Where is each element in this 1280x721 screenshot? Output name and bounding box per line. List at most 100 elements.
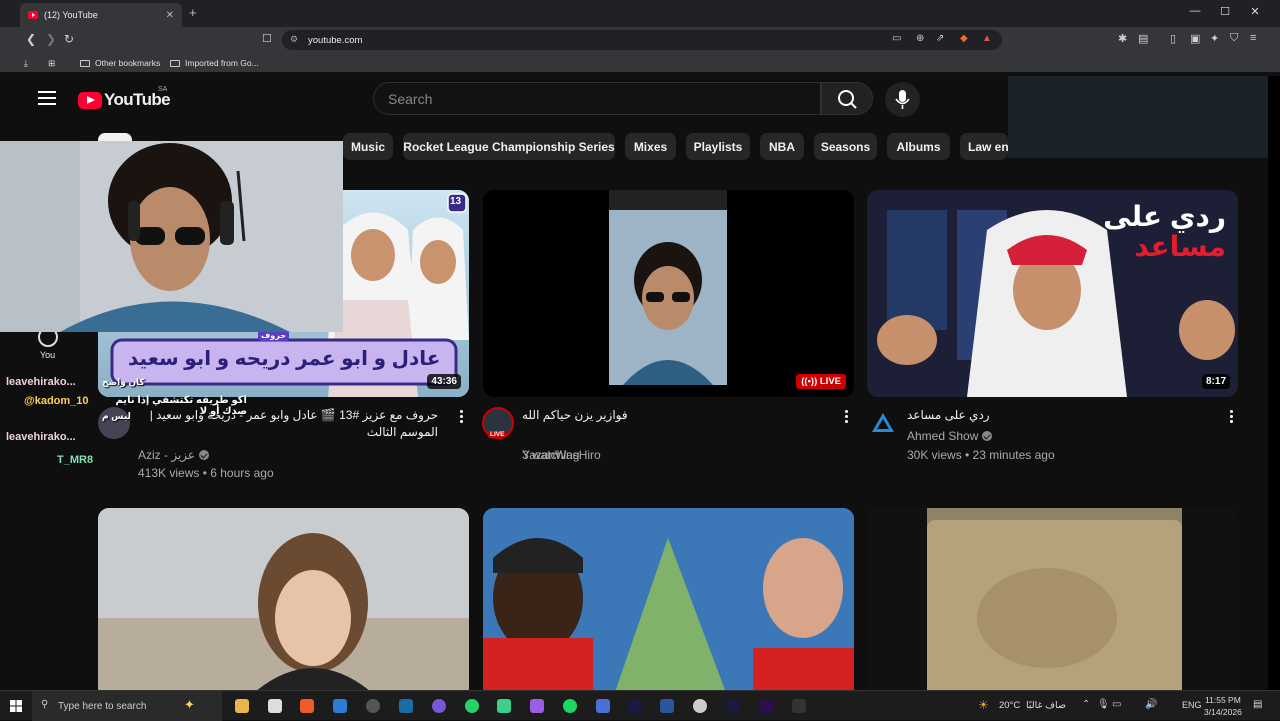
back-icon[interactable]: ❮ <box>26 32 36 46</box>
word-icon[interactable] <box>660 699 674 713</box>
site-info-icon[interactable]: ⚙ <box>290 34 298 45</box>
chip-seasons[interactable]: Seasons <box>814 133 877 160</box>
clock-date: 3/14/2026 <box>1204 707 1242 717</box>
bookmark-folder-other[interactable]: Other bookmarks <box>80 58 160 68</box>
video-title[interactable]: ردي على مساعد <box>907 407 990 424</box>
video-thumbnail-5[interactable] <box>483 508 854 690</box>
forward-icon[interactable]: ❯ <box>46 32 56 46</box>
vpn-icon[interactable]: ⛉ <box>1230 32 1238 45</box>
terminal-icon[interactable] <box>628 699 642 713</box>
guide-menu-icon[interactable] <box>38 91 56 105</box>
video-thumbnail-6[interactable] <box>867 508 1238 690</box>
fresco-icon[interactable] <box>726 699 740 713</box>
weather-temp[interactable]: 20°C <box>999 700 1020 711</box>
more-options-icon[interactable] <box>845 410 848 425</box>
obs-icon[interactable] <box>366 699 380 713</box>
taskbar-search-input[interactable]: ⚲ Type here to search ✦ <box>32 691 222 721</box>
new-tab-button[interactable]: + <box>189 5 197 20</box>
apps-grid-icon[interactable]: ⊞ <box>48 58 55 69</box>
chip-mixes[interactable]: Mixes <box>625 133 676 160</box>
language-indicator[interactable]: ENG <box>1182 700 1202 710</box>
microphone-tray-icon[interactable]: 🎙 <box>1097 699 1110 710</box>
download-icon[interactable]: ⤓ <box>24 58 28 69</box>
volume-icon[interactable]: 🔊 <box>1145 699 1157 710</box>
brave-icon[interactable] <box>300 699 314 713</box>
discord-icon[interactable] <box>432 699 446 713</box>
app-icon-1[interactable] <box>497 699 511 713</box>
thumbnail-image <box>927 508 1182 690</box>
search-button[interactable] <box>821 82 873 115</box>
bookmark-folder-imported[interactable]: Imported from Go... <box>170 58 259 68</box>
menu-icon[interactable]: ≡ <box>1250 32 1256 44</box>
webcam-image <box>0 141 343 332</box>
chip-nba[interactable]: NBA <box>760 133 804 160</box>
search-input[interactable]: Search <box>373 82 821 115</box>
video-thumbnail-2[interactable]: ((•)) LIVE <box>483 190 854 397</box>
youtube-logo[interactable]: YouTube SA <box>78 86 171 110</box>
notification-icon[interactable]: ▤ <box>1253 699 1262 710</box>
sidebar-you-label[interactable]: You <box>40 350 55 360</box>
vpn-app-icon[interactable] <box>596 699 610 713</box>
sidebar-icon[interactable]: ▯ <box>1170 32 1176 45</box>
address-bar[interactable]: ⚙ youtube.com ▭ ⊕ ⇗ ◆ ▲ <box>282 30 1002 50</box>
reload-icon[interactable]: ↻ <box>64 32 74 46</box>
more-options-icon[interactable] <box>1230 410 1233 425</box>
video-thumbnail-4[interactable] <box>98 508 469 690</box>
video-meta: 30K views • 23 minutes ago <box>907 448 1055 462</box>
app-icon-2[interactable] <box>693 699 707 713</box>
wallet-icon[interactable]: ▣ <box>1190 32 1200 45</box>
chip-albums[interactable]: Albums <box>887 133 950 160</box>
tab-close-icon[interactable]: ✕ <box>166 10 174 21</box>
brave-rewards-icon[interactable]: ▲ <box>982 33 992 44</box>
chip-law-enforcement[interactable]: Law enf <box>960 133 1008 160</box>
thumbnail-text: عادل و ابو عمر دريحه و ابو سعيد <box>128 348 441 370</box>
cast-icon[interactable]: ▭ <box>892 33 901 44</box>
microphone-icon <box>895 90 910 109</box>
store-icon[interactable] <box>268 699 282 713</box>
gamepad-icon[interactable] <box>530 699 544 713</box>
maximize-button[interactable]: ☐ <box>1210 5 1240 18</box>
voice-search-button[interactable] <box>885 82 920 117</box>
thumbnail-text-line2: مساعد <box>1134 231 1226 262</box>
chip-rocket-league[interactable]: Rocket League Championship Series <box>403 133 615 160</box>
spotify-icon[interactable] <box>563 699 577 713</box>
more-options-icon[interactable] <box>460 410 463 425</box>
minimize-button[interactable]: — <box>1180 5 1210 17</box>
file-explorer-icon[interactable] <box>235 699 249 713</box>
network-icon[interactable]: ▭ <box>1112 699 1121 710</box>
channel-name[interactable]: Ahmed Show <box>907 429 993 443</box>
video-thumbnail-3[interactable]: ردي على مساعد 8:17 <box>867 190 1238 397</box>
clock[interactable]: 11:55 PM 3/14/2026 <box>1204 694 1242 718</box>
youtube-play-icon <box>78 91 102 109</box>
whatsapp-icon[interactable] <box>465 699 479 713</box>
verified-icon <box>199 450 210 460</box>
outlook-icon[interactable] <box>333 699 347 713</box>
channel-avatar[interactable] <box>867 407 899 439</box>
premiere-icon[interactable] <box>759 699 773 713</box>
logo-text: YouTube <box>104 90 171 109</box>
clock-time: 11:55 PM <box>1205 695 1241 705</box>
channel-name-text: Aziz - عزيز <box>138 448 196 462</box>
windows-start-icon[interactable] <box>10 700 22 712</box>
close-window-button[interactable]: ✕ <box>1240 5 1270 18</box>
zoom-icon[interactable]: ⊕ <box>916 33 924 44</box>
thumbnail-text-line1: ردي على <box>1103 201 1226 232</box>
leo-icon[interactable]: ✦ <box>1210 32 1219 45</box>
brave-shield-icon[interactable]: ◆ <box>960 33 968 44</box>
share-icon[interactable]: ⇗ <box>936 33 944 44</box>
reader-icon[interactable]: ▤ <box>1138 32 1148 45</box>
tray-chevron-icon[interactable]: ⌃ <box>1082 699 1090 710</box>
channel-name[interactable]: Aziz - عزيز <box>138 448 210 462</box>
weather-icon: ☀ <box>978 698 989 712</box>
extensions-icon[interactable]: ✱ <box>1118 32 1127 45</box>
video-title[interactable]: فوازير يزن حياكم الله <box>522 407 628 424</box>
chip-playlists[interactable]: Playlists <box>686 133 750 160</box>
steam-icon[interactable] <box>399 699 413 713</box>
chip-music[interactable]: Music <box>343 133 393 160</box>
browser-tab-youtube[interactable]: (12) YouTube ✕ <box>20 3 182 27</box>
youtube-favicon-icon <box>28 11 38 19</box>
chat-message: كان واضح <box>102 377 145 387</box>
page-scroll-area[interactable] <box>1268 76 1280 690</box>
bookmark-icon[interactable]: ☐ <box>262 32 272 45</box>
app-icon-3[interactable] <box>792 699 806 713</box>
